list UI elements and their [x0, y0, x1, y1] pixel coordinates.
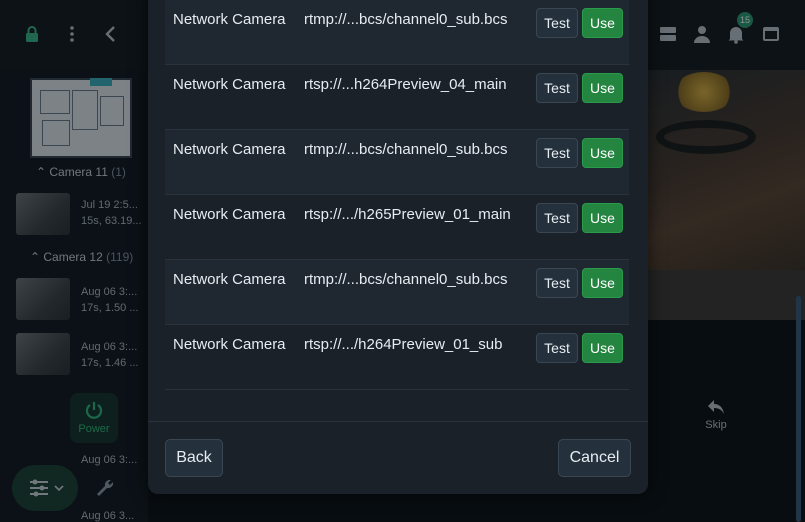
- stream-type: Network Camera: [173, 11, 286, 28]
- stream-type: Network Camera: [173, 76, 286, 93]
- test-button[interactable]: Test: [536, 333, 578, 363]
- stream-row: Network Camera rtsp://.../h264Preview_01…: [165, 325, 629, 390]
- test-button[interactable]: Test: [536, 138, 578, 168]
- test-button[interactable]: Test: [536, 8, 578, 38]
- stream-type: Network Camera: [173, 206, 286, 223]
- stream-url: rtmp://...bcs/channel0_sub.bcs: [304, 141, 508, 158]
- stream-type: Network Camera: [173, 271, 286, 288]
- use-button[interactable]: Use: [582, 333, 623, 363]
- stream-row: Network Camera rtsp://.../h265Preview_01…: [165, 195, 629, 260]
- use-button[interactable]: Use: [582, 8, 623, 38]
- stream-url: rtsp://.../h265Preview_01_main: [304, 206, 511, 223]
- stream-url: rtsp://.../h264Preview_01_sub: [304, 336, 503, 353]
- stream-type: Network Camera: [173, 336, 286, 353]
- use-button[interactable]: Use: [582, 73, 623, 103]
- test-button[interactable]: Test: [536, 73, 578, 103]
- stream-url: rtmp://...bcs/channel0_sub.bcs: [304, 11, 508, 28]
- stream-row: Network Camera rtmp://...bcs/channel0_su…: [165, 130, 629, 195]
- use-button[interactable]: Use: [582, 138, 623, 168]
- stream-url: rtmp://...bcs/channel0_sub.bcs: [304, 271, 508, 288]
- back-button[interactable]: Back: [165, 439, 223, 477]
- stream-row: Network Camera rtmp://...bcs/channel0_su…: [165, 260, 629, 325]
- cancel-button[interactable]: Cancel: [558, 439, 631, 477]
- test-button[interactable]: Test: [536, 203, 578, 233]
- dialog-footer-divider: [148, 421, 648, 422]
- test-button[interactable]: Test: [536, 268, 578, 298]
- use-button[interactable]: Use: [582, 268, 623, 298]
- stream-url: rtsp://...h264Preview_04_main: [304, 76, 507, 93]
- use-button[interactable]: Use: [582, 203, 623, 233]
- stream-list: Network Camera rtmp://...bcs/channel0_su…: [165, 0, 629, 390]
- stream-type: Network Camera: [173, 141, 286, 158]
- stream-row: Network Camera rtsp://...h264Preview_04_…: [165, 65, 629, 130]
- stream-select-dialog: Network Camera rtmp://...bcs/channel0_su…: [148, 0, 648, 494]
- stream-row: Network Camera rtmp://...bcs/channel0_su…: [165, 0, 629, 65]
